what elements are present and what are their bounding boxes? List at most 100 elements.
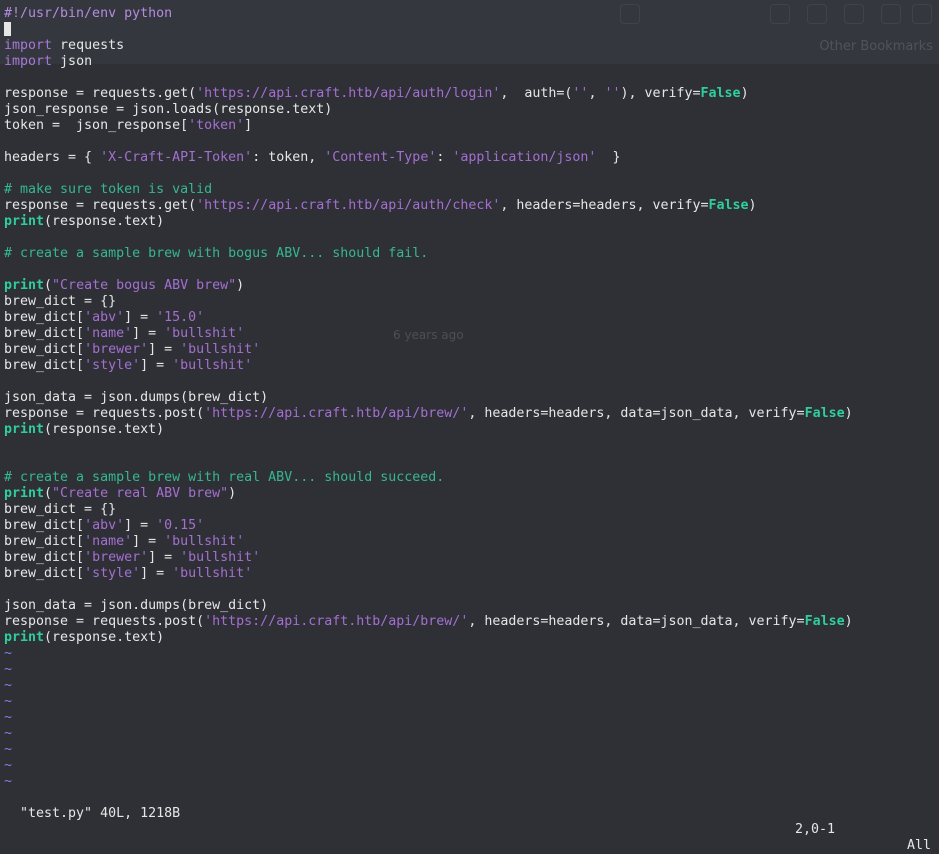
code-token: 'bullshit' [180, 550, 261, 565]
code-line[interactable]: print(response.text) [4, 422, 934, 438]
code-line[interactable]: print("Create real ABV brew") [4, 486, 934, 502]
code-line[interactable]: headers = { 'X-Craft-API-Token': token, … [4, 150, 934, 166]
code-line[interactable] [4, 262, 934, 278]
code-token: ] = [148, 550, 181, 565]
code-token: 'bullshit' [172, 566, 253, 581]
empty-buffer-line[interactable]: ~ [4, 758, 934, 774]
code-token: 'https://api.craft.htb/api/auth/login' [196, 86, 501, 101]
code-line[interactable] [4, 134, 934, 150]
code-token: '' [604, 86, 621, 101]
code-line[interactable] [4, 374, 934, 390]
code-token: 'name' [84, 534, 133, 549]
code-line[interactable]: # create a sample brew with real ABV... … [4, 470, 934, 486]
code-line[interactable]: brew_dict['abv'] = '15.0' [4, 310, 934, 326]
code-token: '' [572, 86, 589, 101]
code-line[interactable] [4, 230, 934, 246]
code-line[interactable]: response = requests.get('https://api.cra… [4, 198, 934, 214]
code-line[interactable] [4, 166, 934, 182]
code-token: import [4, 38, 53, 53]
code-token: print [4, 486, 45, 501]
code-line[interactable]: brew_dict['abv'] = '0.15' [4, 518, 934, 534]
code-token: 'abv' [84, 518, 125, 533]
code-line[interactable] [4, 582, 934, 598]
code-token: False [804, 614, 845, 629]
code-line[interactable]: token = json_response['token'] [4, 118, 934, 134]
code-line[interactable]: brew_dict['name'] = 'bullshit' [4, 326, 934, 342]
empty-buffer-line[interactable]: ~ [4, 646, 934, 662]
code-token: 'bullshit' [172, 358, 253, 373]
code-line[interactable]: print("Create bogus ABV brew") [4, 278, 934, 294]
code-token: (response.text) [44, 422, 165, 437]
code-line[interactable] [4, 438, 934, 454]
code-line[interactable]: response = requests.post('https://api.cr… [4, 406, 934, 422]
tilde-marker: ~ [4, 710, 13, 725]
code-line[interactable]: response = requests.get('https://api.cra… [4, 86, 934, 102]
code-token: ( [44, 278, 53, 293]
vim-editor-buffer[interactable]: #!/usr/bin/env python import requests impo… [4, 6, 934, 790]
empty-buffer-line[interactable]: ~ [4, 742, 934, 758]
code-line[interactable] [4, 454, 934, 470]
code-token: brew_dict[ [4, 326, 85, 341]
code-line[interactable] [4, 70, 934, 86]
empty-buffer-line[interactable]: ~ [4, 662, 934, 678]
code-token: 'token' [188, 118, 245, 133]
code-line[interactable]: print(response.text) [4, 630, 934, 646]
code-token: ] = [140, 358, 173, 373]
code-line[interactable]: # make sure token is valid [4, 182, 934, 198]
code-token: 'Content-Type' [324, 150, 437, 165]
code-token: 'brewer' [84, 550, 149, 565]
tilde-marker: ~ [4, 774, 13, 789]
code-line[interactable]: brew_dict['name'] = 'bullshit' [4, 534, 934, 550]
code-line[interactable]: brew_dict = {} [4, 502, 934, 518]
code-token: ] = [140, 566, 173, 581]
tilde-marker: ~ [4, 646, 13, 661]
empty-buffer-line[interactable]: ~ [4, 678, 934, 694]
code-line[interactable]: json_data = json.dumps(brew_dict) [4, 598, 934, 614]
code-token: print [4, 278, 45, 293]
code-token: ) [844, 614, 853, 629]
code-token: print [4, 422, 45, 437]
code-line[interactable]: #!/usr/bin/env python [4, 6, 934, 22]
code-line[interactable]: brew_dict['style'] = 'bullshit' [4, 566, 934, 582]
code-token: 'style' [84, 566, 141, 581]
code-line[interactable]: # create a sample brew with bogus ABV...… [4, 246, 934, 262]
code-line[interactable]: import requests [4, 38, 934, 54]
empty-buffer-line[interactable]: ~ [4, 726, 934, 742]
code-token: : [436, 150, 453, 165]
code-line[interactable]: json_data = json.dumps(brew_dict) [4, 390, 934, 406]
code-line[interactable]: brew_dict['style'] = 'bullshit' [4, 358, 934, 374]
code-token: json [52, 54, 93, 69]
code-token: token = json_response[ [4, 118, 189, 133]
code-token: response = requests.get( [4, 198, 197, 213]
code-token: # create a sample brew with bogus ABV...… [4, 246, 429, 261]
code-line[interactable]: response = requests.post('https://api.cr… [4, 614, 934, 630]
code-token: 'https://api.craft.htb/api/auth/check' [196, 198, 501, 213]
code-line[interactable]: brew_dict['brewer'] = 'bullshit' [4, 342, 934, 358]
code-line[interactable] [4, 22, 934, 38]
code-token: False [804, 406, 845, 421]
tilde-marker: ~ [4, 694, 13, 709]
tilde-marker: ~ [4, 678, 13, 693]
code-line[interactable]: json_response = json.loads(response.text… [4, 102, 934, 118]
code-token: brew_dict[ [4, 310, 85, 325]
code-token: json_data = json.dumps(brew_dict) [4, 598, 269, 613]
code-token: brew_dict[ [4, 518, 85, 533]
empty-buffer-line[interactable]: ~ [4, 694, 934, 710]
code-token: ) [748, 198, 757, 213]
code-token: response = requests.post( [4, 406, 205, 421]
code-token: 'bullshit' [164, 534, 245, 549]
code-token: brew_dict = {} [4, 502, 117, 517]
code-token: , headers=headers, data=json_data, verif… [468, 406, 805, 421]
code-line[interactable]: import json [4, 54, 934, 70]
code-token: print [4, 630, 45, 645]
code-token: ] = [132, 534, 165, 549]
empty-buffer-line[interactable]: ~ [4, 774, 934, 790]
code-line[interactable]: print(response.text) [4, 214, 934, 230]
code-token: "Create bogus ABV brew" [52, 278, 237, 293]
code-token: ] = [124, 310, 157, 325]
code-token: ) [228, 486, 237, 501]
code-line[interactable]: brew_dict = {} [4, 294, 934, 310]
code-token: } [596, 150, 621, 165]
empty-buffer-line[interactable]: ~ [4, 710, 934, 726]
code-line[interactable]: brew_dict['brewer'] = 'bullshit' [4, 550, 934, 566]
